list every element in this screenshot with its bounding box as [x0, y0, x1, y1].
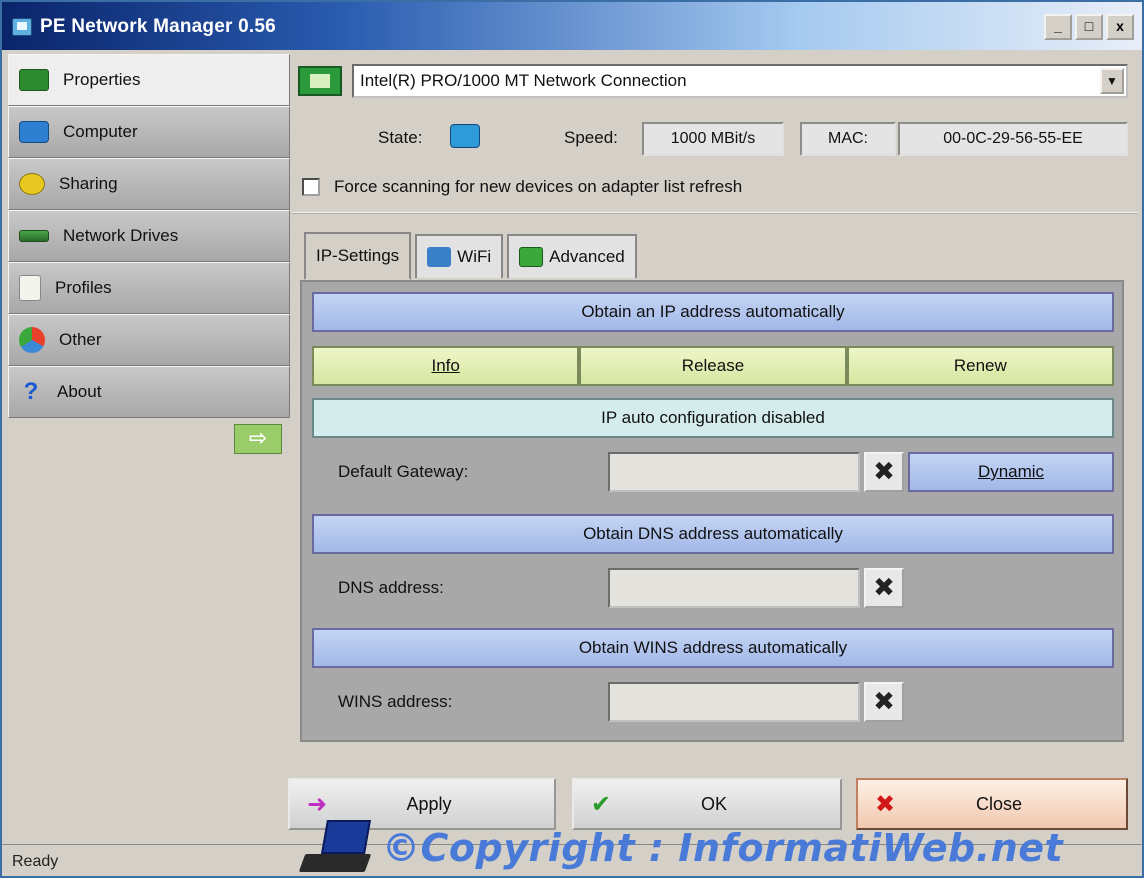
ip-settings-panel: Obtain an IP address automatically Info … [300, 280, 1124, 742]
wins-address-label: WINS address: [338, 692, 453, 711]
ip-action-row: Info Release Renew [312, 346, 1114, 386]
info-button-label: Info [431, 356, 460, 375]
profile-icon [19, 275, 41, 301]
dns-address-field[interactable] [608, 568, 860, 608]
force-scan-label: Force scanning for new devices on adapte… [334, 177, 743, 196]
ok-button[interactable]: ✔ OK [572, 778, 842, 830]
chevron-down-icon[interactable]: ▼ [1100, 68, 1124, 94]
status-text: Ready [12, 853, 59, 870]
sidebar-item-label: Sharing [59, 174, 118, 193]
adapter-select-value: Intel(R) PRO/1000 MT Network Connection [360, 71, 687, 90]
sidebar-item-label: Profiles [55, 278, 112, 297]
close-button-label: Close [975, 793, 1023, 814]
sidebar-item-label: About [57, 382, 102, 401]
main-panel: Intel(R) PRO/1000 MT Network Connection … [292, 54, 1138, 764]
info-button[interactable]: Info [312, 346, 580, 386]
checkmark-icon: ✔ [590, 790, 612, 818]
speed-label: Speed: [564, 128, 618, 147]
window-title: PE Network Manager 0.56 [40, 16, 276, 37]
dynamic-button-label: Dynamic [977, 462, 1045, 481]
adapter-row: Intel(R) PRO/1000 MT Network Connection … [298, 62, 1136, 98]
adapter-status-row: State: Speed: 1000 MBit/s MAC: 00-0C-29-… [292, 120, 1132, 156]
network-card-icon [19, 69, 49, 91]
close-icon: ✖ [874, 790, 896, 818]
advanced-icon [519, 247, 544, 267]
window-controls: _ □ x [1044, 14, 1134, 40]
renew-button-label: Renew [953, 356, 1007, 375]
tab-advanced[interactable]: Advanced [507, 234, 637, 278]
sidebar: Properties Computer Sharing Network Driv… [8, 54, 290, 422]
sidebar-item-about[interactable]: ? About [8, 366, 290, 418]
adapter-select[interactable]: Intel(R) PRO/1000 MT Network Connection … [352, 64, 1128, 98]
release-button-label: Release [681, 356, 745, 375]
adapter-icon [298, 66, 342, 96]
release-button[interactable]: Release [579, 346, 847, 386]
app-window: PE Network Manager 0.56 _ □ x Properties… [0, 0, 1144, 878]
ip-auto-config-toggle[interactable]: IP auto configuration disabled [312, 398, 1114, 438]
sidebar-item-other[interactable]: Other [8, 314, 290, 366]
clear-dns-button[interactable]: ✖ [864, 568, 904, 608]
tab-label: Advanced [549, 247, 625, 266]
minimize-button[interactable]: _ [1044, 14, 1072, 40]
speed-value: 1000 MBit/s [642, 122, 784, 156]
sidebar-item-computer[interactable]: Computer [8, 106, 290, 158]
copyright-watermark: ©Copyright : InformatiWeb.net [382, 826, 1064, 870]
sidebar-item-label: Computer [63, 122, 138, 141]
obtain-ip-toggle[interactable]: Obtain an IP address automatically [312, 292, 1114, 332]
sidebar-item-label: Other [59, 330, 102, 349]
default-gateway-label: Default Gateway: [338, 462, 469, 481]
close-button[interactable]: ✖ Close [856, 778, 1128, 830]
computer-icon [19, 121, 49, 143]
sharing-icon [19, 173, 45, 195]
sidebar-item-profiles[interactable]: Profiles [8, 262, 290, 314]
sidebar-item-properties[interactable]: Properties [8, 54, 290, 106]
network-drive-icon [19, 230, 49, 242]
tab-ip-settings[interactable]: IP-Settings [304, 232, 412, 280]
close-window-button[interactable]: x [1106, 14, 1134, 40]
default-gateway-field[interactable] [608, 452, 860, 492]
mac-value: 00-0C-29-56-55-EE [898, 122, 1128, 156]
mac-label: MAC: [800, 122, 896, 156]
sidebar-item-label: Properties [63, 70, 141, 89]
sidebar-item-sharing[interactable]: Sharing [8, 158, 290, 210]
tab-wifi[interactable]: WiFi [415, 234, 504, 278]
ok-button-label: OK [700, 793, 727, 814]
tab-label: WiFi [457, 247, 492, 266]
maximize-button[interactable]: □ [1075, 14, 1103, 40]
clear-gateway-button[interactable]: ✖ [864, 452, 904, 492]
collapse-arrow-button[interactable]: ⇨ [234, 424, 282, 454]
laptop-logo-icon [298, 820, 374, 876]
state-label: State: [378, 128, 423, 147]
connection-state-icon [450, 124, 480, 148]
dynamic-button[interactable]: Dynamic [908, 452, 1114, 492]
force-scan-checkbox[interactable] [302, 178, 320, 196]
arrow-right-icon: ➜ [306, 790, 328, 818]
help-icon: ? [23, 378, 39, 405]
apply-button-label: Apply [406, 793, 452, 814]
wins-address-field[interactable] [608, 682, 860, 722]
obtain-wins-toggle[interactable]: Obtain WINS address automatically [312, 628, 1114, 668]
tab-bar: IP-Settings WiFi Advanced [304, 232, 637, 280]
force-scan-row: Force scanning for new devices on adapte… [302, 172, 742, 202]
sidebar-item-label: Network Drives [63, 226, 179, 245]
dns-address-label: DNS address: [338, 578, 444, 597]
other-icon [19, 327, 45, 353]
sidebar-item-network-drives[interactable]: Network Drives [8, 210, 290, 262]
renew-button[interactable]: Renew [846, 346, 1114, 386]
title-bar[interactable]: PE Network Manager 0.56 _ □ x [2, 2, 1142, 50]
tab-label: IP-Settings [316, 246, 400, 265]
clear-wins-button[interactable]: ✖ [864, 682, 904, 722]
divider [292, 212, 1138, 214]
app-icon [12, 18, 32, 36]
obtain-dns-toggle[interactable]: Obtain DNS address automatically [312, 514, 1114, 554]
wifi-icon [427, 247, 452, 267]
